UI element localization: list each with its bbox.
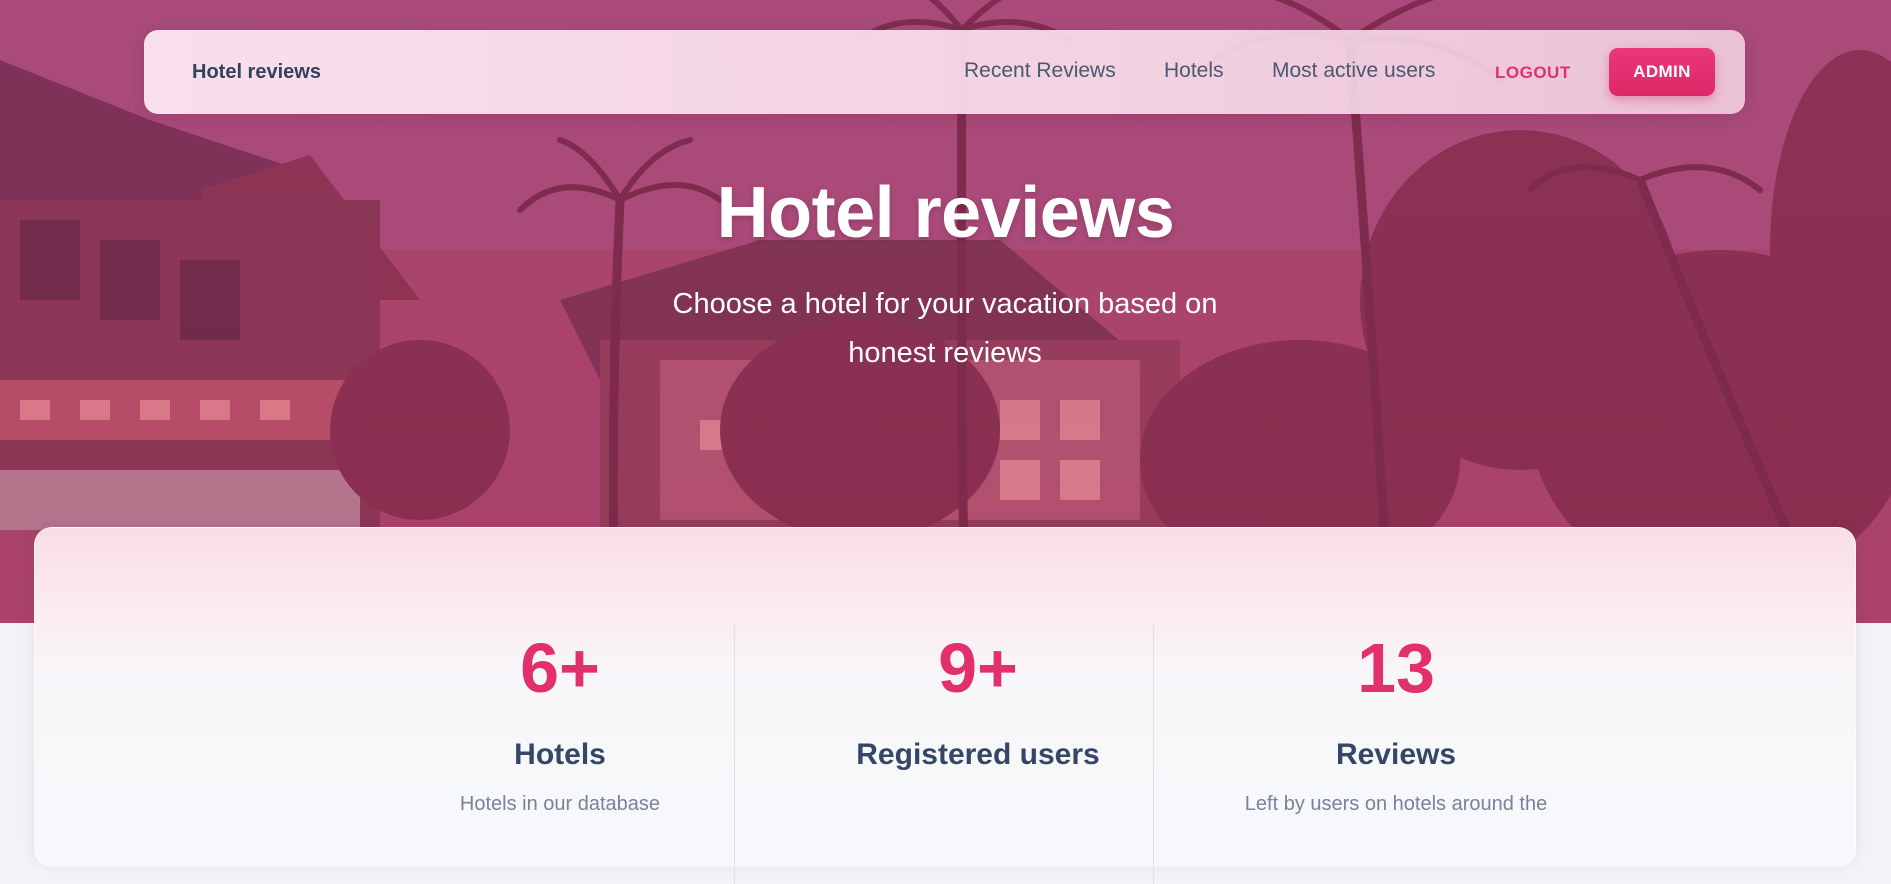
logout-button[interactable]: LOGOUT (1495, 63, 1571, 83)
stat-registered-users: 9+ Registered users (769, 528, 1187, 868)
nav-link-recent-reviews[interactable]: Recent Reviews (964, 59, 1116, 83)
top-navbar: Hotel reviews Recent Reviews Hotels Most… (144, 30, 1745, 114)
stat-description: Hotels in our database (459, 793, 661, 815)
stat-number: 9+ (938, 629, 1018, 707)
stat-hotels: 6+ Hotels Hotels in our database (351, 528, 769, 868)
nav-link-most-active-users[interactable]: Most active users (1272, 59, 1435, 83)
admin-button[interactable]: ADMIN (1609, 48, 1715, 96)
stat-number: 13 (1357, 629, 1435, 707)
brand-link[interactable]: Hotel reviews (192, 61, 321, 84)
stat-reviews: 13 Reviews Left by users on hotels aroun… (1187, 528, 1605, 868)
hero-title: Hotel reviews (716, 173, 1175, 253)
nav-link-hotels[interactable]: Hotels (1164, 59, 1224, 83)
stat-divider (1153, 624, 1154, 884)
stat-label: Reviews (1335, 738, 1457, 771)
stat-label: Registered users (856, 738, 1100, 771)
stat-divider (734, 624, 735, 884)
stats-card: 6+ Hotels Hotels in our database 9+ Regi… (34, 527, 1856, 884)
stat-number: 6+ (520, 629, 600, 707)
stat-description: Left by users on hotels around the (1244, 793, 1548, 815)
stat-label: Hotels (514, 738, 606, 771)
hero-subtitle: Choose a hotel for your vacation based o… (672, 288, 1218, 369)
